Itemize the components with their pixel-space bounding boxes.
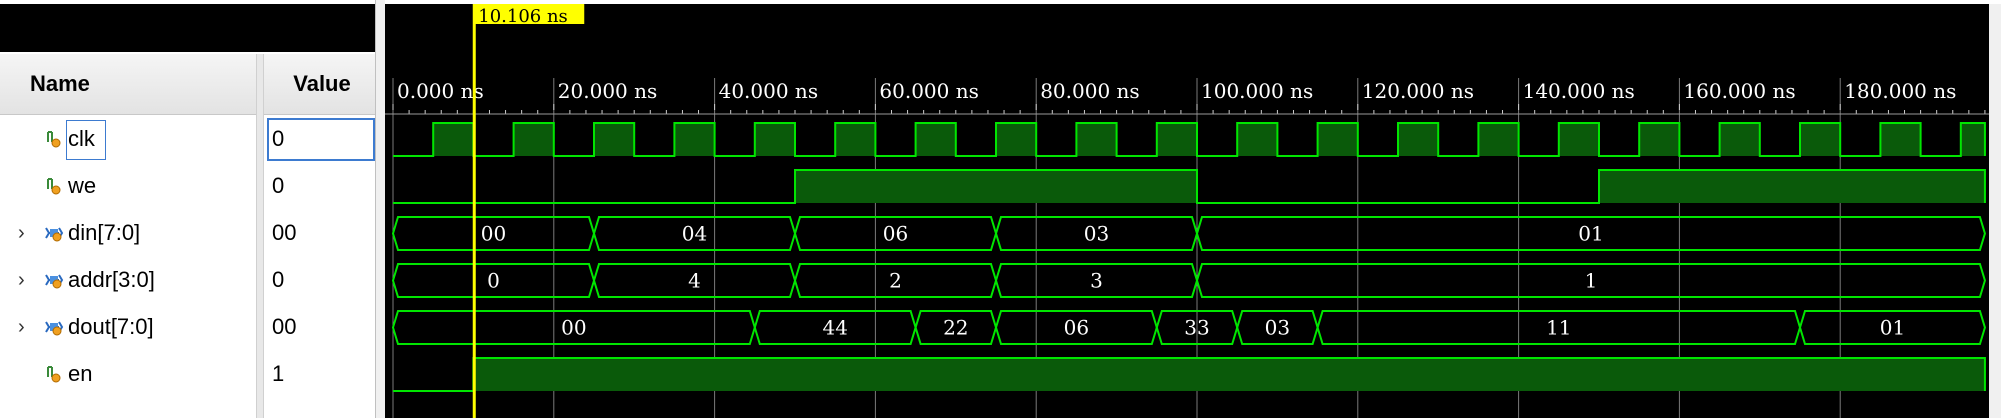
bus-value-label: 06 [883,222,908,246]
bus-value-label: 06 [1064,316,1089,340]
signal-high-pulse [1398,123,1439,156]
selected-signal-value-outline [267,118,375,161]
bus-value-label: 33 [1184,316,1209,340]
signal-high-pulse [1599,170,1985,203]
name-column-header[interactable]: Name [0,54,256,114]
bus-value-label: 11 [1546,316,1571,340]
signal-value: 1 [272,361,285,386]
bit-signal-icon [47,366,61,383]
signal-row[interactable]: we 0 [0,163,375,210]
waveform-canvas[interactable]: 0.000 ns 20.000 ns 40.000 ns 60.000 ns 80.00… [385,0,2001,418]
signal-high-pulse [996,123,1037,156]
time-tick-label: 0.000 ns [397,79,484,103]
signal-row[interactable]: en 1 [0,351,375,398]
signal-high-pulse [674,123,715,156]
time-tick-label: 120.000 ns [1362,79,1474,103]
signal-high-pulse [754,123,795,156]
time-tick-label: 80.000 ns [1040,79,1139,103]
signal-high-pulse [433,123,474,156]
bus-value-label: 1 [1585,269,1598,293]
cursor-time-label: 10.106 ns [478,6,568,27]
time-tick-label: 140.000 ns [1523,79,1635,103]
value-column-header[interactable]: Value [264,54,380,114]
signal-high-pulse [1880,123,1921,156]
signal-list-header: Name Value [0,54,380,115]
signal-high-pulse [1478,123,1519,156]
bus-value-label: 00 [481,222,506,246]
bus-signal-icon [45,227,64,242]
signal-high-pulse [1719,123,1760,156]
bus-value-label: 01 [1880,316,1905,340]
signal-list-top-band [0,4,378,52]
time-tick-label: 60.000 ns [879,79,978,103]
signal-value: 00 [272,220,297,245]
time-tick-label: 180.000 ns [1844,79,1956,103]
signal-high-pulse [473,358,1985,391]
signal-high-pulse [795,170,1197,203]
bus-value-label: 03 [1084,222,1109,246]
signal-value: 0 [272,173,285,198]
signal-high-pulse [1558,123,1599,156]
time-tick-label: 100.000 ns [1201,79,1313,103]
bus-value-label: 22 [943,316,968,340]
signal-value: 0 [272,267,285,292]
signal-high-pulse [1960,123,1985,156]
signal-high-pulse [835,123,876,156]
time-tick-label: 160.000 ns [1683,79,1795,103]
bus-value-label: 03 [1265,316,1290,340]
signal-high-pulse [1317,123,1358,156]
bus-value-label: 0 [487,269,500,293]
signal-high-pulse [1076,123,1117,156]
waveform-top-border [385,0,2001,4]
signal-high-pulse [915,123,956,156]
signal-name: we [68,173,97,198]
signal-high-pulse [513,123,554,156]
bus-value-label: 01 [1578,222,1603,246]
signal-list-pane: Name Value clk 0 we 0 › din[7:0] 00 › addr[3:0] 0… [0,0,380,418]
selected-signal-name-outline [66,120,106,160]
pane-splitter[interactable] [375,0,385,418]
bus-value-label: 04 [682,222,707,246]
signal-row[interactable]: › din[7:0] 00 [0,210,375,257]
signal-high-pulse [1639,123,1680,156]
signal-high-pulse [1237,123,1278,156]
time-tick-label: 20.000 ns [558,79,657,103]
chevron-right-icon[interactable]: › [18,222,32,244]
signal-high-pulse [594,123,635,156]
signal-row[interactable]: › addr[3:0] 0 [0,257,375,304]
bit-signal-icon [47,131,61,148]
waveform-viewer: Name Value clk 0 we 0 › din[7:0] 00 › addr[3:0] 0… [0,0,2001,418]
bus-signal-icon [45,321,64,336]
signal-name: addr[3:0] [68,267,155,292]
chevron-right-icon[interactable]: › [18,269,32,291]
signal-value: 00 [272,314,297,339]
bus-value-label: 4 [688,269,701,293]
bus-value-label: 44 [822,316,847,340]
bus-value-label: 00 [561,316,586,340]
bus-value-label: 3 [1090,269,1103,293]
chevron-right-icon[interactable]: › [18,316,32,338]
signal-row[interactable]: › dout[7:0] 00 [0,304,375,351]
waveform-vertical-scrollbar[interactable] [1989,4,2001,418]
signal-name: din[7:0] [68,220,141,245]
waveform-background [385,4,2001,418]
signal-high-pulse [1800,123,1841,156]
time-tick-label: 40.000 ns [719,79,818,103]
signal-high-pulse [1156,123,1197,156]
waveform-pane[interactable]: 0.000 ns 20.000 ns 40.000 ns 60.000 ns 80.00… [385,0,2001,418]
bus-signal-icon [45,274,64,289]
signal-name: dout[7:0] [68,314,154,339]
bus-value-label: 2 [889,269,902,293]
signal-name: en [68,361,93,386]
bit-signal-icon [47,178,61,195]
